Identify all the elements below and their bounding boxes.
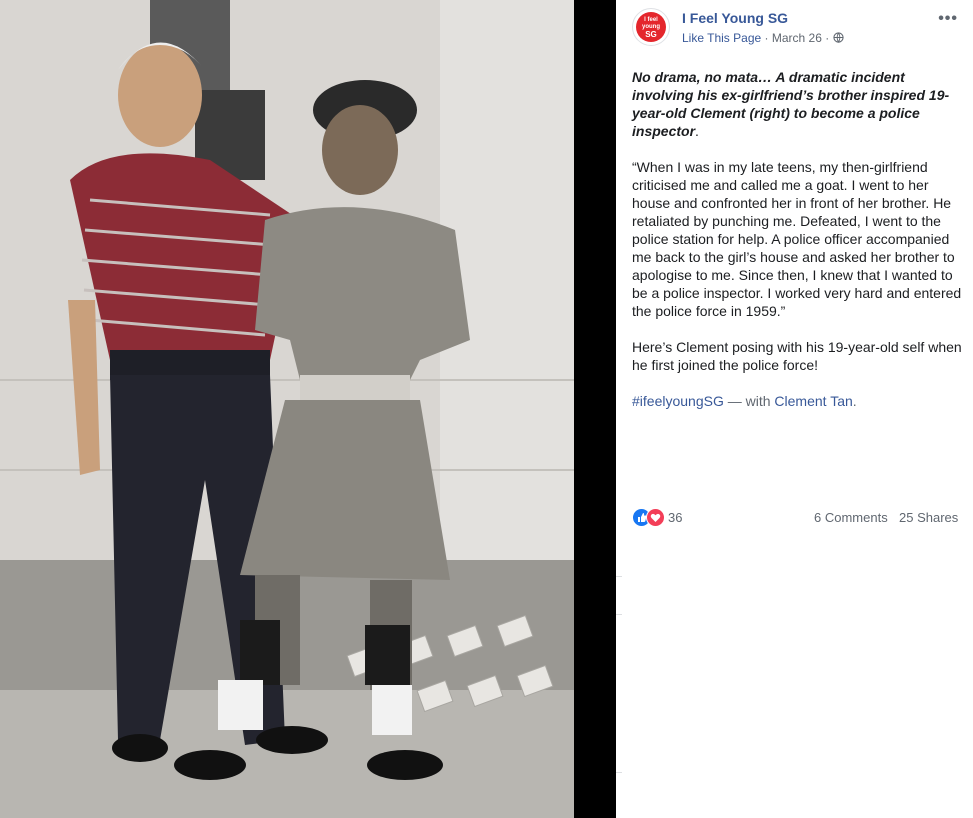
hashtag-link[interactable]: #ifeelyoungSG (632, 393, 724, 409)
globe-icon (832, 32, 844, 43)
more-options-icon[interactable]: ••• (938, 10, 958, 28)
with-text: — with (723, 393, 775, 409)
post-caption: Here’s Clement posing with his 19-year-o… (632, 339, 962, 373)
page-name-link[interactable]: I Feel Young SG (682, 10, 788, 26)
tag-end: . (852, 393, 857, 409)
photo-viewer-background (574, 0, 616, 818)
reactions-bar: 36 6 Comments 25 Shares (632, 508, 962, 527)
photo-image (0, 0, 574, 818)
meta-separator: · (761, 31, 772, 45)
post-header: I feel young SG I Feel Young SG Like Thi… (632, 8, 972, 48)
svg-text:SG: SG (645, 30, 657, 39)
meta-separator: · (821, 31, 833, 45)
post-quote: “When I was in my late teens, my then-gi… (632, 159, 962, 319)
tagged-person-link[interactable]: Clement Tan (774, 393, 852, 409)
page-avatar[interactable]: I feel young SG (632, 8, 670, 46)
post-photo[interactable] (0, 0, 574, 818)
svg-text:I feel: I feel (644, 17, 658, 23)
post-tags: #ifeelyoungSG — with Clement Tan. (632, 392, 962, 410)
intro-end: . (695, 123, 699, 139)
post-sidebar: I feel young SG I Feel Young SG Like Thi… (616, 0, 973, 818)
love-reaction-icon (646, 508, 665, 527)
like-page-link[interactable]: Like This Page (682, 31, 761, 45)
intro-text: No drama, no mata… A dramatic incident i… (632, 69, 950, 139)
reaction-count[interactable]: 36 (668, 510, 682, 525)
reactions-summary[interactable] (632, 508, 666, 527)
post-body: No drama, no mata… A dramatic incident i… (632, 68, 962, 428)
logo-icon: I feel young SG (636, 12, 666, 42)
post-intro: No drama, no mata… A dramatic incident i… (632, 68, 962, 140)
shares-link[interactable]: 25 Shares (899, 510, 958, 525)
post-meta: Like This Page · March 26 · (682, 31, 844, 45)
post-date[interactable]: March 26 (772, 31, 822, 45)
divider (616, 576, 622, 818)
comments-link[interactable]: 6 Comments (814, 510, 888, 525)
